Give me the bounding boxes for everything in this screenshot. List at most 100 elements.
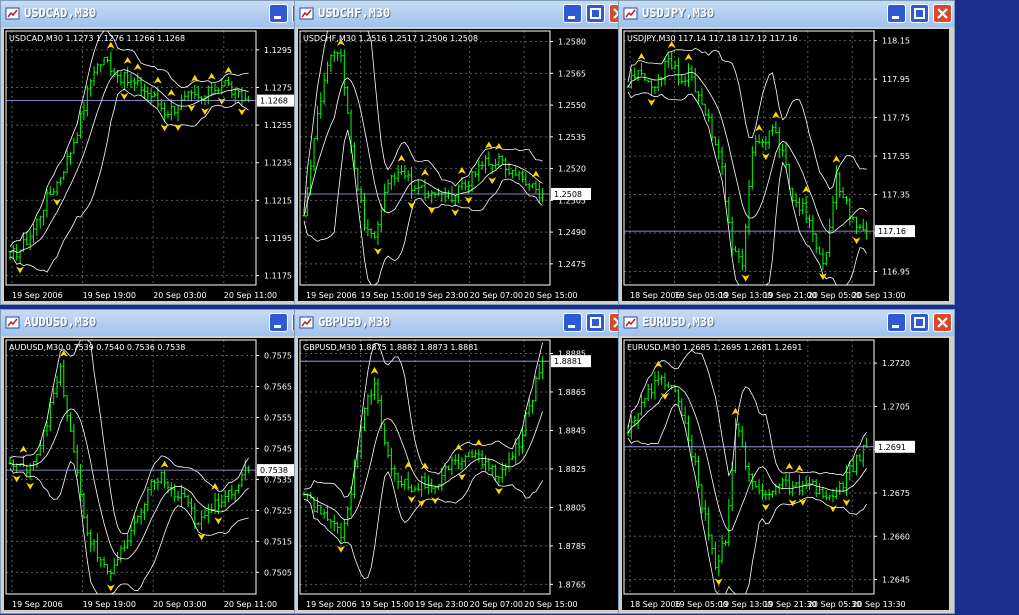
x-tick-label: 19 Sep 15:00	[361, 291, 414, 300]
chart-canvas: 19 Sep 2006 19 Sep 19:00 20 Sep 03:00 20 Se…	[5, 30, 297, 300]
minimize-icon	[892, 325, 899, 328]
chart-window-usdcad[interactable]: USDCAD,M30 19 Sep 2006 19 Sep 19:00 20 Sep …	[0, 0, 337, 305]
chart-canvas: 18 Sep 200619 Sep 05:0019 Sep 13:0019 Se…	[623, 339, 915, 609]
bollinger-upper	[627, 47, 867, 190]
close-button[interactable]	[933, 313, 952, 332]
x-tick-label: 20 Sep 07:00	[470, 291, 523, 300]
fractal-down-arrow-icon	[647, 98, 656, 106]
y-tick-label: 1.1175	[264, 272, 292, 281]
fractal-down-arrow-icon	[197, 533, 206, 541]
fractal-down-arrow-icon	[741, 274, 750, 282]
minimize-icon	[892, 16, 899, 19]
bollinger-upper	[303, 342, 543, 498]
chart-window-eurusd[interactable]: EURUSD,M30 18 Sep 2006 19 Sep 05:00 19 Sep …	[618, 309, 955, 614]
y-tick-label: 1.2520	[558, 165, 586, 174]
fractal-down-arrow-icon	[407, 495, 416, 503]
fractal-up-arrow-icon	[785, 462, 794, 470]
close-button[interactable]	[933, 4, 952, 23]
window-title: USDCAD,M30	[24, 6, 97, 20]
minimize-button[interactable]	[887, 313, 906, 332]
window-title: AUDUSD,M30	[24, 315, 97, 329]
chart-window-icon	[5, 6, 20, 21]
y-tick-label: 0.7515	[264, 537, 292, 546]
minimize-button[interactable]	[563, 4, 582, 23]
y-tick-label: 1.1255	[264, 121, 292, 130]
price-chart[interactable]: 19 Sep 2006 19 Sep 19:00 20 Sep 03:00 20 Se…	[4, 338, 331, 610]
chart-window-audusd[interactable]: AUDUSD,M30 19 Sep 2006 19 Sep 19:00 20 Sep …	[0, 309, 337, 614]
fractal-down-arrow-icon	[16, 266, 25, 274]
bollinger-lower	[303, 471, 543, 580]
chart-window-icon	[5, 315, 20, 330]
y-tick-label: 1.1295	[264, 46, 292, 55]
window-titlebar[interactable]: GBPUSD,M30	[295, 310, 630, 336]
maximize-button[interactable]	[910, 313, 929, 332]
window-titlebar[interactable]: USDCHF,M30	[295, 1, 630, 27]
maximize-button[interactable]	[910, 4, 929, 23]
x-tick-label: 18 Sep 2006	[630, 291, 681, 300]
chart-window-icon	[623, 315, 638, 330]
chart-canvas: 19 Sep 2006 19 Sep 15:00 19 Sep 23:00 20 Se…	[299, 30, 591, 300]
chart-window-gbpusd[interactable]: GBPUSD,M30 19 Sep 2006 19 Sep 15:00 19 Sep …	[294, 309, 631, 614]
fractal-up-arrow-icon	[160, 460, 169, 468]
minimize-button[interactable]	[887, 4, 906, 23]
maximize-icon	[914, 317, 925, 328]
price-chart[interactable]: 18 Sep 2006 19 Sep 05:00 19 Sep 13:00 19 Se…	[622, 338, 949, 610]
fractal-down-arrow-icon	[494, 487, 503, 495]
fractal-up-arrow-icon	[795, 464, 804, 472]
x-tick-label: 19 Sep 2006	[12, 291, 63, 300]
x-tick-label: 19 Sep 19:00	[83, 291, 136, 300]
chart-window-usdjpy[interactable]: USDJPY,M30 18 Sep 2006 19 Sep 05:00 19 Sep …	[618, 0, 955, 305]
window-titlebar[interactable]: USDJPY,M30	[619, 1, 954, 27]
chart-canvas: 19 Sep 2006 19 Sep 19:00 20 Sep 03:00 20 Se…	[5, 339, 297, 609]
window-title: USDJPY,M30	[642, 6, 715, 20]
minimize-icon	[568, 16, 575, 19]
price-chart[interactable]: 19 Sep 2006 19 Sep 19:00 20 Sep 03:00 20 Se…	[4, 29, 331, 301]
y-tick-label: 1.1215	[264, 196, 292, 205]
x-tick-label: 20 Sep 13:00	[852, 291, 905, 300]
current-price-label: 1.1268	[260, 97, 288, 106]
x-tick-label: 20 Sep 15:00	[524, 600, 577, 609]
minimize-button[interactable]	[269, 313, 288, 332]
y-tick-label: 1.2490	[558, 228, 586, 237]
close-icon	[937, 317, 948, 328]
price-chart[interactable]: 19 Sep 2006 19 Sep 15:00 19 Sep 23:00 20 Se…	[298, 29, 625, 301]
fractal-up-arrow-icon	[133, 63, 142, 71]
fractal-down-arrow-icon	[336, 545, 345, 553]
price-chart[interactable]: 19 Sep 2006 19 Sep 15:00 19 Sep 23:00 20 Se…	[298, 338, 625, 610]
minimize-icon	[568, 325, 575, 328]
maximize-button[interactable]	[586, 313, 605, 332]
fractal-down-arrow-icon	[451, 209, 460, 217]
window-titlebar[interactable]: AUDUSD,M30	[1, 310, 336, 336]
x-tick-label: 20 Sep 13:30	[852, 600, 905, 609]
chart-window-icon	[299, 315, 314, 330]
window-titlebar[interactable]: USDCAD,M30	[1, 1, 336, 27]
window-titlebar[interactable]: EURUSD,M30	[619, 310, 954, 336]
y-tick-label: 1.1235	[264, 159, 292, 168]
y-tick-label: 1.1195	[264, 234, 292, 243]
maximize-icon	[590, 317, 601, 328]
fractal-down-arrow-icon	[187, 104, 196, 112]
price-chart[interactable]: 18 Sep 2006 19 Sep 05:00 19 Sep 13:00 19 Se…	[622, 29, 949, 301]
fractal-down-arrow-icon	[761, 503, 770, 511]
chart-info-label: AUDUSD,M30 0.7539 0.7540 0.7536 0.7538	[9, 343, 185, 352]
fractal-up-arrow-icon	[224, 66, 233, 74]
x-tick-label: 20 Sep 11:00	[224, 600, 277, 609]
x-tick-label: 19 Sep 23:00	[415, 291, 468, 300]
chart-window-usdchf[interactable]: USDCHF,M30 19 Sep 2006 19 Sep 15:00 19 Sep …	[294, 0, 631, 305]
fractal-up-arrow-icon	[457, 166, 466, 174]
minimize-icon	[274, 16, 281, 19]
minimize-button[interactable]	[563, 313, 582, 332]
fractal-up-arrow-icon	[207, 72, 216, 80]
fractal-up-arrow-icon	[474, 439, 483, 447]
fractal-down-arrow-icon	[852, 237, 861, 245]
x-tick-label: 18 Sep 2006	[630, 600, 681, 609]
maximize-button[interactable]	[586, 4, 605, 23]
chart-canvas: 18 Sep 200619 Sep 05:0019 Sep 13:0019 Se…	[623, 30, 915, 300]
fractal-down-arrow-icon	[217, 97, 226, 105]
minimize-button[interactable]	[269, 4, 288, 23]
bollinger-middle	[9, 408, 249, 560]
fractal-up-arrow-icon	[684, 53, 693, 61]
y-tick-label: 1.8785	[558, 542, 586, 551]
plot-frame	[299, 30, 551, 286]
fractal-up-arrow-icon	[421, 168, 429, 176]
